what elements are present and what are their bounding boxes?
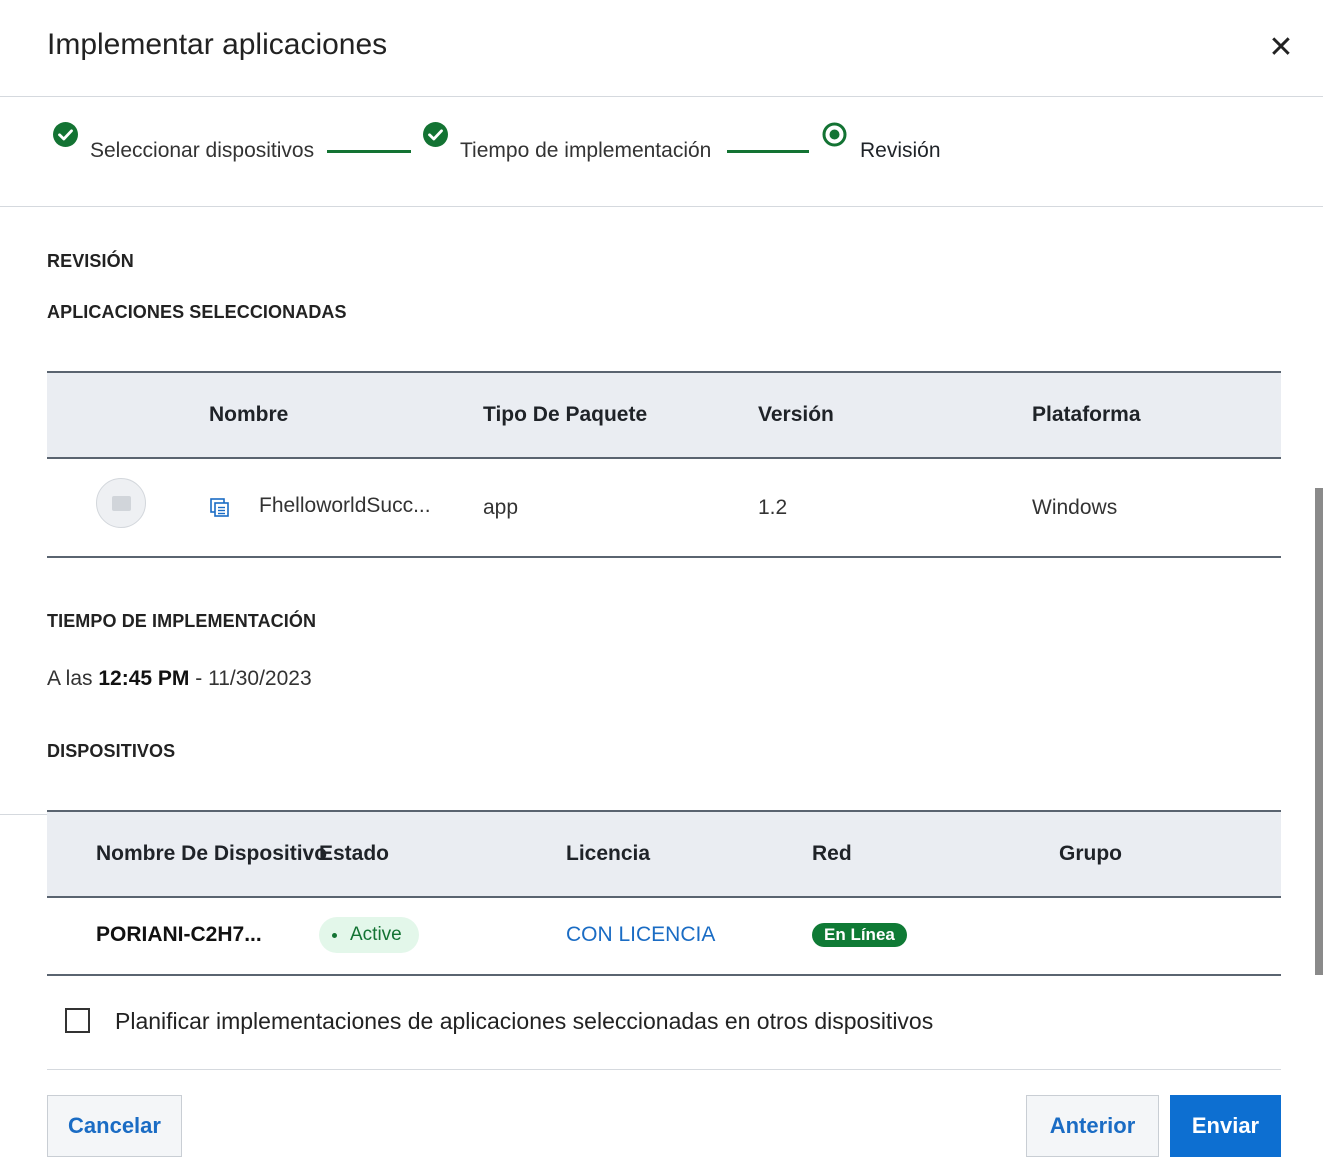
- column-header-version[interactable]: Versión: [758, 403, 834, 427]
- network-badge: En Línea: [812, 923, 907, 947]
- table-row: PORIANI-C2H7... Active CON LICENCIA En L…: [47, 898, 1281, 976]
- column-header-name[interactable]: Nombre: [209, 403, 288, 427]
- selected-apps-title: APLICACIONES SELECCIONADAS: [47, 302, 347, 322]
- step-connector: [327, 150, 411, 153]
- submit-button[interactable]: Enviar: [1170, 1095, 1281, 1157]
- app-platform: Windows: [1032, 496, 1118, 519]
- deploy-time-value: A las 12:45 PM - 11/30/2023: [47, 667, 312, 691]
- devices-title: DISPOSITIVOS: [47, 741, 176, 761]
- app-version: 1.2: [758, 496, 788, 519]
- step-connector: [727, 150, 809, 153]
- review-section-title: REVISIÓN: [47, 251, 134, 271]
- dialog-title: Implementar aplicaciones: [47, 28, 388, 61]
- column-header-network[interactable]: Red: [812, 842, 852, 866]
- footer-divider: [47, 1069, 1281, 1070]
- app-package-type: app: [483, 496, 519, 519]
- app-name: FhelloworldSucc...: [259, 494, 431, 517]
- previous-button[interactable]: Anterior: [1026, 1095, 1159, 1157]
- devices-table: Nombre De Dispositivo Estado Licencia Re…: [47, 810, 1281, 976]
- deploy-time-title: TIEMPO DE IMPLEMENTACIÓN: [47, 611, 317, 631]
- schedule-checkbox-label[interactable]: Planificar implementaciones de aplicacio…: [115, 1008, 933, 1035]
- stepper: Seleccionar dispositivos Tiempo de imple…: [0, 97, 1323, 207]
- close-icon[interactable]: ✕: [1266, 33, 1296, 63]
- check-circle-icon: [53, 122, 78, 147]
- app-avatar: [96, 478, 146, 528]
- divider: [0, 814, 47, 815]
- selected-apps-table: Nombre Tipo De Paquete Versión Plataform…: [47, 371, 1281, 559]
- column-header-license[interactable]: Licencia: [566, 842, 650, 866]
- column-header-status[interactable]: Estado: [319, 842, 389, 866]
- date-value: 11/30/2023: [208, 667, 312, 690]
- column-header-group[interactable]: Grupo: [1059, 842, 1122, 866]
- step-label-select-devices: Seleccionar dispositivos: [90, 139, 315, 162]
- status-badge: Active: [319, 917, 419, 953]
- step-label-review: Revisión: [860, 139, 941, 162]
- column-header-platform[interactable]: Plataforma: [1032, 403, 1141, 427]
- package-icon: [210, 498, 229, 517]
- time-separator: -: [195, 667, 203, 690]
- time-value: 12:45 PM: [98, 667, 190, 690]
- schedule-checkbox[interactable]: [65, 1008, 90, 1033]
- current-step-icon: [822, 122, 847, 147]
- time-prefix: A las: [47, 667, 93, 690]
- step-label-deploy-time: Tiempo de implementación: [460, 139, 712, 162]
- check-circle-icon: [423, 122, 448, 147]
- device-name: PORIANI-C2H7...: [96, 923, 262, 946]
- table-header: Nombre De Dispositivo Estado Licencia Re…: [47, 810, 1281, 898]
- table-header: Nombre Tipo De Paquete Versión Plataform…: [47, 371, 1281, 459]
- column-header-package-type[interactable]: Tipo De Paquete: [483, 403, 647, 427]
- dialog-header: Implementar aplicaciones ✕: [0, 0, 1323, 97]
- scrollbar[interactable]: [1315, 488, 1323, 975]
- license-link[interactable]: CON LICENCIA: [566, 923, 715, 947]
- cancel-button[interactable]: Cancelar: [47, 1095, 182, 1157]
- table-row: FhelloworldSucc... app 1.2 Windows: [47, 459, 1281, 558]
- column-header-device-name[interactable]: Nombre De Dispositivo: [96, 842, 327, 866]
